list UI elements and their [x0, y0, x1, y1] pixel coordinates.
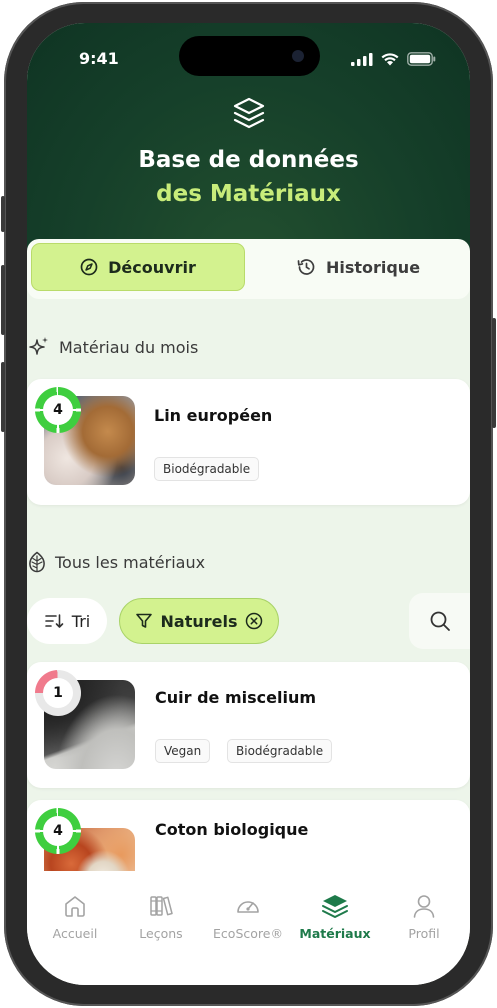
nav-profil-label: Profil — [408, 926, 440, 941]
dynamic-island — [179, 36, 320, 76]
app-screen: 9:41 Base de données des Matériaux Décou… — [27, 23, 470, 985]
material-name: Cuir de miscelium — [155, 688, 316, 707]
action-button — [1, 196, 5, 232]
tab-decouvrir[interactable]: Découvrir — [31, 243, 245, 291]
nav-accueil[interactable]: Accueil — [35, 893, 115, 941]
page-subtitle: des Matériaux — [156, 181, 341, 207]
sort-icon — [44, 614, 64, 628]
sparkles-icon — [29, 337, 48, 355]
books-icon — [150, 896, 173, 916]
ecoscore-badge: 4 — [35, 808, 81, 854]
page-title: Base de données — [138, 147, 359, 173]
nav-lecons[interactable]: Leçons — [121, 893, 201, 941]
sort-label: Tri — [71, 611, 91, 631]
leaf-icon — [29, 551, 45, 573]
filter-icon — [135, 613, 152, 628]
nav-ecoscore-label: EcoScore® — [213, 926, 283, 941]
tab-historique-label: Historique — [325, 257, 421, 277]
section-label-all: Tous les matériaux — [55, 552, 206, 572]
tab-decouvrir-label: Découvrir — [108, 257, 196, 277]
layers-icon — [322, 895, 348, 918]
volume-down-button — [1, 362, 5, 432]
wifi-icon — [381, 53, 399, 66]
bottom-navigation: Accueil Leçons EcoScore® Matériaux Profi… — [27, 871, 470, 985]
material-card-cuir[interactable]: 1 Cuir de miscelium Vegan Biodégradable — [27, 662, 470, 788]
tag-biodegradable: Biodégradable — [227, 739, 333, 763]
featured-material-card[interactable]: 4 Lin européen Biodégradable — [27, 379, 470, 505]
battery-icon — [407, 52, 436, 66]
power-button — [492, 318, 496, 428]
section-header-all: Tous les matériaux — [27, 551, 205, 573]
material-name: Lin européen — [154, 406, 273, 425]
material-name: Coton biologique — [155, 820, 309, 839]
search-button[interactable] — [409, 593, 470, 649]
ecoscore-value: 1 — [43, 678, 73, 708]
layers-logo-icon — [233, 97, 265, 129]
header: 9:41 Base de données des Matériaux — [27, 23, 470, 273]
ecoscore-badge: 1 — [35, 670, 81, 716]
user-icon — [413, 895, 435, 918]
status-icons — [351, 52, 436, 66]
camera-icon — [292, 50, 304, 62]
nav-accueil-label: Accueil — [52, 926, 98, 941]
volume-up-button — [1, 265, 5, 335]
nav-materiaux[interactable]: Matériaux — [295, 893, 375, 941]
tag-vegan: Vegan — [155, 739, 211, 763]
nav-lecons-label: Leçons — [139, 926, 183, 941]
section-header-featured: Matériau du mois — [27, 335, 198, 359]
remove-filter-icon[interactable] — [245, 612, 263, 630]
history-icon — [297, 259, 315, 275]
sort-button[interactable]: Tri — [27, 598, 107, 644]
signal-icon — [351, 52, 373, 66]
status-time: 9:41 — [79, 49, 119, 68]
filter-chip-naturels[interactable]: Naturels — [119, 598, 279, 644]
filter-label: Naturels — [160, 611, 238, 631]
search-icon — [430, 611, 450, 631]
nav-ecoscore[interactable]: EcoScore® — [208, 893, 288, 941]
nav-profil[interactable]: Profil — [384, 893, 464, 941]
tab-historique[interactable]: Historique — [252, 243, 464, 291]
nav-materiaux-label: Matériaux — [299, 926, 371, 941]
ecoscore-value: 4 — [43, 395, 73, 425]
section-label-featured: Matériau du mois — [59, 337, 199, 357]
ecoscore-value: 4 — [43, 816, 73, 846]
tag-biodegradable: Biodégradable — [154, 457, 260, 481]
compass-icon — [80, 258, 98, 276]
home-icon — [65, 896, 85, 917]
tab-bar: Découvrir Historique — [27, 239, 470, 299]
gauge-icon — [237, 901, 259, 913]
ecoscore-badge: 4 — [35, 387, 81, 433]
